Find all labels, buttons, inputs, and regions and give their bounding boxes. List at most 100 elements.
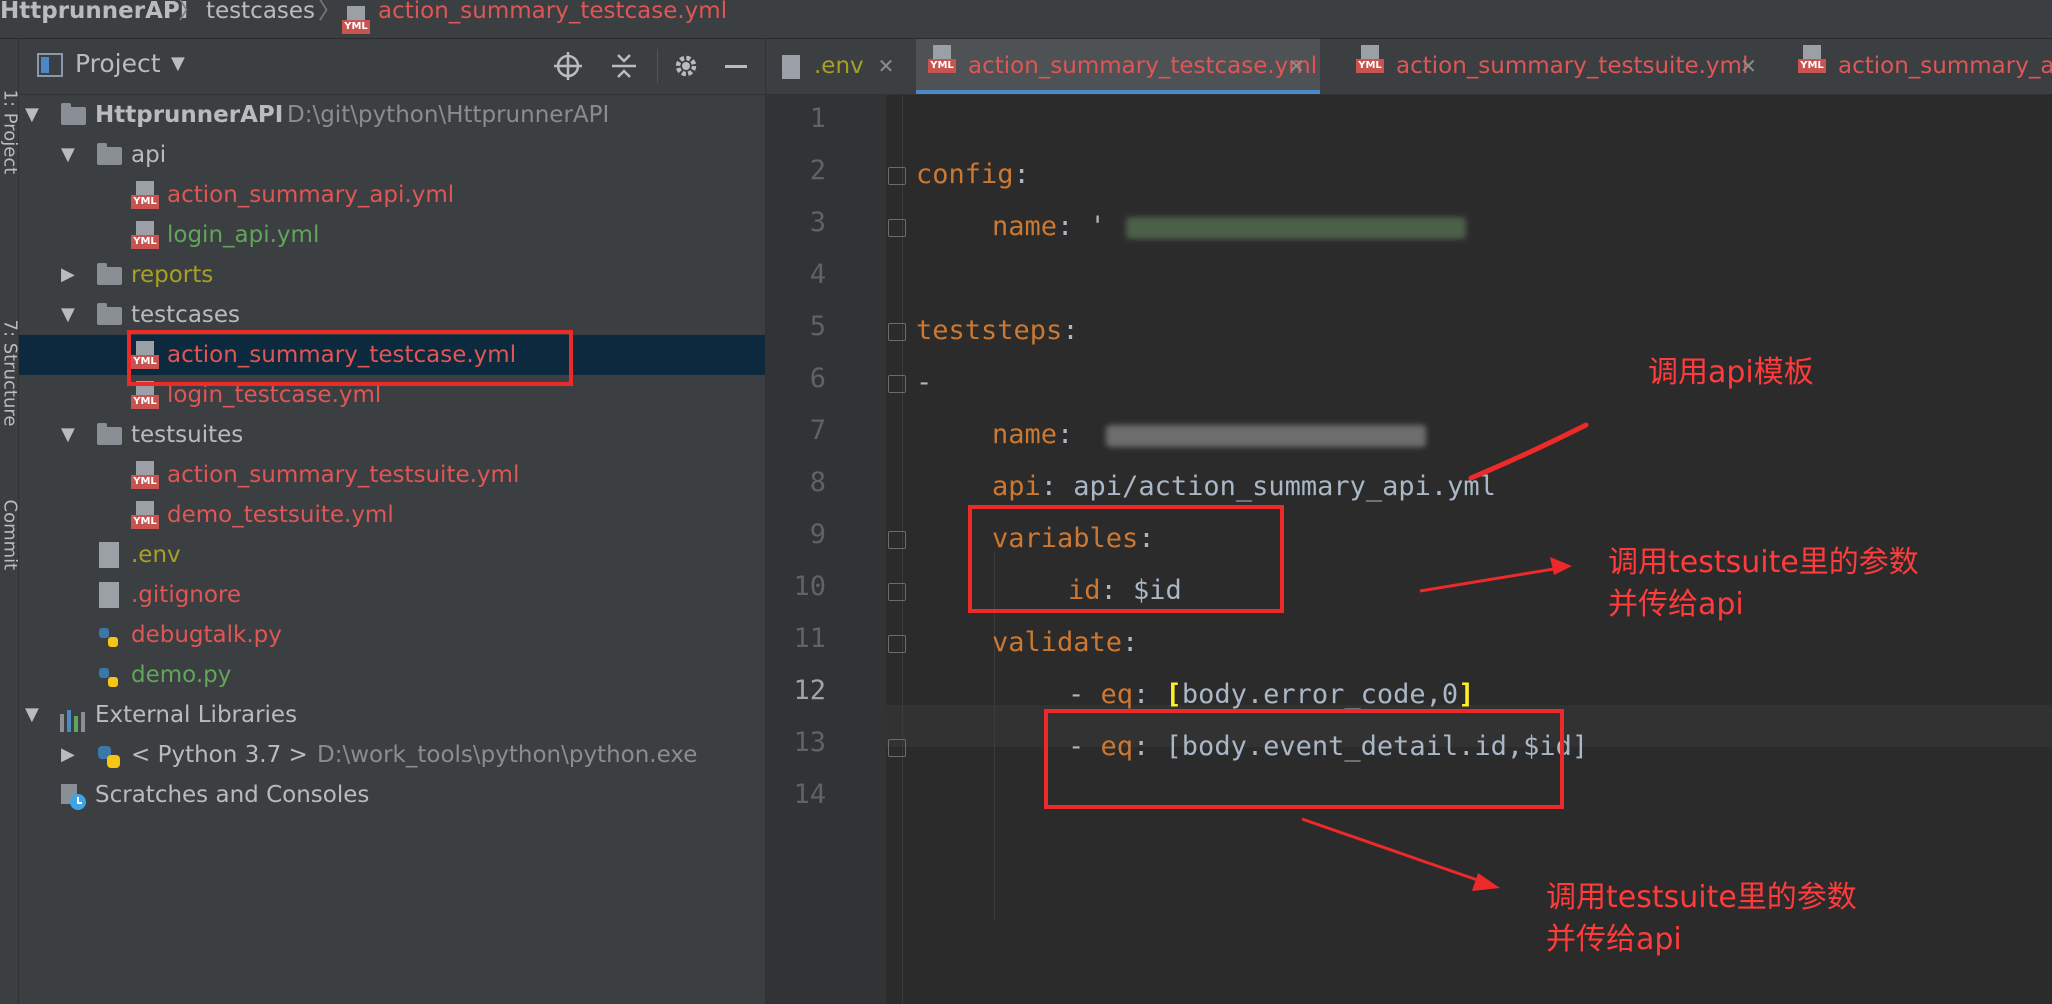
toolstrip-commit-label[interactable]: Commit bbox=[0, 500, 21, 571]
tab-env[interactable]: .env ✕ bbox=[782, 39, 894, 94]
folder-icon bbox=[97, 303, 122, 325]
folder-icon bbox=[61, 103, 86, 125]
tab-action-summary-testcase[interactable]: YML action_summary_testcase.yml ✕ bbox=[916, 39, 1320, 94]
close-icon[interactable]: ✕ bbox=[1288, 39, 1305, 94]
chevron-right-icon: 〉 bbox=[178, 0, 201, 24]
annotation-testsuite-params-1-line2: 并传给api bbox=[1608, 587, 1744, 622]
tab-label: .env bbox=[814, 53, 864, 79]
project-panel-title[interactable]: Project bbox=[75, 49, 161, 78]
toolstrip-structure-label[interactable]: 7: Structure bbox=[0, 320, 21, 427]
tree-item-path: D:\work_tools\python\python.exe bbox=[317, 742, 698, 768]
collapsed-arrow-icon[interactable]: ▶ bbox=[61, 735, 75, 775]
project-panel-header: Project ▼ bbox=[19, 39, 765, 95]
collapse-all-icon[interactable] bbox=[609, 51, 639, 81]
tree-item-scratches[interactable]: Scratches and Consoles bbox=[19, 775, 765, 815]
highlight-box-testcase bbox=[127, 330, 573, 386]
tree-item-action-summary-testsuite[interactable]: YML action_summary_testsuite.yml bbox=[19, 455, 765, 495]
tab-action-summary-testsuite[interactable]: YML action_summary_testsuite.yml ✕ bbox=[1356, 39, 1776, 94]
close-icon[interactable]: ✕ bbox=[878, 54, 895, 78]
tree-item-api[interactable]: ▼ api bbox=[19, 135, 765, 175]
collapsed-arrow-icon[interactable]: ▶ bbox=[61, 255, 75, 295]
breadcrumb-project[interactable]: HttprunnerAPI bbox=[0, 0, 188, 28]
annotation-testsuite-params-2-line2: 并传给api bbox=[1546, 922, 1682, 957]
tree-item-login-api[interactable]: YML login_api.yml bbox=[19, 215, 765, 255]
tree-item-label: demo_testsuite.yml bbox=[167, 502, 394, 528]
minimize-icon[interactable] bbox=[725, 65, 747, 68]
annotation-testsuite-params-1-line1: 调用testsuite里的参数 bbox=[1608, 545, 1919, 580]
annotation-api-template: 调用api模板 bbox=[1648, 355, 1814, 390]
tree-item-label: action_summary_api.yml bbox=[167, 182, 455, 208]
tree-item-path: D:\git\python\HttprunnerAPI bbox=[287, 102, 610, 128]
tree-item-label: testcases bbox=[131, 302, 241, 328]
tree-item-label: api bbox=[131, 142, 167, 168]
tree-item-label: action_summary_testsuite.yml bbox=[167, 462, 520, 488]
tree-item-root[interactable]: ▼ HttprunnerAPI D:\git\python\Httprunner… bbox=[19, 95, 765, 135]
tree-item-external-libraries[interactable]: ▼ External Libraries bbox=[19, 695, 765, 735]
tool-window-strip: 1: Project 7: Structure Commit bbox=[0, 39, 21, 1004]
tree-item-label: debugtalk.py bbox=[131, 622, 282, 648]
breadcrumb-folder[interactable]: testcases bbox=[206, 0, 315, 28]
toolstrip-project-label[interactable]: 1: Project bbox=[0, 90, 21, 175]
yml-file-icon: YML bbox=[1798, 45, 1826, 73]
yml-file-icon: YML bbox=[131, 501, 159, 529]
tree-item-env[interactable]: .env bbox=[19, 535, 765, 575]
expanded-arrow-icon[interactable]: ▼ bbox=[61, 295, 75, 335]
folder-icon bbox=[97, 423, 122, 445]
yml-file-icon: YML bbox=[1356, 45, 1384, 73]
arrow-line bbox=[1301, 817, 1487, 885]
tree-item-debugtalk[interactable]: debugtalk.py bbox=[19, 615, 765, 655]
editor-tab-bar: .env ✕ YML action_summary_testcase.yml ✕ … bbox=[766, 39, 2052, 95]
tree-item-label: login_api.yml bbox=[167, 222, 320, 248]
tab-action-summary-more[interactable]: YML action_summary_a bbox=[1798, 39, 2052, 94]
tree-item-label: .env bbox=[131, 542, 181, 568]
tree-item-label: .gitignore bbox=[131, 582, 242, 608]
project-view-icon bbox=[37, 53, 63, 77]
tree-item-demo-py[interactable]: demo.py bbox=[19, 655, 765, 695]
python-file-icon bbox=[97, 623, 119, 647]
expanded-arrow-icon[interactable]: ▼ bbox=[61, 135, 75, 175]
folder-icon bbox=[97, 143, 122, 165]
tree-item-label: reports bbox=[131, 262, 214, 288]
close-icon[interactable]: ✕ bbox=[1740, 39, 1757, 94]
annotation-stroke bbox=[1468, 422, 1589, 481]
folder-icon bbox=[97, 263, 122, 285]
breadcrumb: HttprunnerAPI 〉 testcases 〉 YML action_s… bbox=[0, 0, 2052, 39]
chevron-down-icon[interactable]: ▼ bbox=[171, 53, 185, 74]
tree-item-testcases[interactable]: ▼ testcases bbox=[19, 295, 765, 335]
tree-item-label: < Python 3.7 > bbox=[131, 742, 308, 768]
arrow-head bbox=[1472, 873, 1500, 891]
tab-label: action_summary_a bbox=[1838, 53, 2052, 79]
ignore-file-icon bbox=[99, 582, 119, 608]
tree-item-reports[interactable]: ▶ reports bbox=[19, 255, 765, 295]
gear-icon[interactable] bbox=[671, 51, 701, 81]
toolbar-divider bbox=[657, 49, 658, 83]
arrow-head bbox=[1550, 557, 1572, 575]
tab-label: action_summary_testsuite.yml bbox=[1396, 53, 1749, 79]
python-file-icon bbox=[97, 663, 119, 687]
tree-item-python-sdk[interactable]: ▶ < Python 3.7 > D:\work_tools\python\py… bbox=[19, 735, 765, 775]
expanded-arrow-icon[interactable]: ▼ bbox=[25, 695, 39, 735]
scratches-icon bbox=[59, 783, 87, 824]
tree-item-demo-testsuite[interactable]: YML demo_testsuite.yml bbox=[19, 495, 765, 535]
tree-item-gitignore[interactable]: .gitignore bbox=[19, 575, 765, 615]
tree-item-label: testsuites bbox=[131, 422, 244, 448]
tree-item-label: External Libraries bbox=[95, 702, 298, 728]
code-editor[interactable]: 1 2 3 4 5 6 7 8 9 10 11 12 13 14 config:… bbox=[766, 95, 2052, 1004]
chevron-right-icon: 〉 bbox=[318, 0, 341, 24]
yml-file-icon: YML bbox=[131, 221, 159, 249]
yml-file-icon: YML bbox=[131, 461, 159, 489]
expanded-arrow-icon[interactable]: ▼ bbox=[25, 95, 39, 135]
yml-file-icon: YML bbox=[342, 6, 370, 34]
tree-item-label: Scratches and Consoles bbox=[95, 782, 370, 808]
expanded-arrow-icon[interactable]: ▼ bbox=[61, 415, 75, 455]
project-panel: Project ▼ ▼ HttprunnerAPI D:\git\python\… bbox=[19, 39, 766, 1004]
yml-file-icon: YML bbox=[131, 181, 159, 209]
tab-label: action_summary_testcase.yml bbox=[968, 53, 1318, 79]
locate-icon[interactable] bbox=[553, 51, 583, 81]
tree-item-action-summary-api[interactable]: YML action_summary_api.yml bbox=[19, 175, 765, 215]
text-file-icon bbox=[99, 542, 119, 568]
tree-item-testsuites[interactable]: ▼ testsuites bbox=[19, 415, 765, 455]
annotation-testsuite-params-2-line1: 调用testsuite里的参数 bbox=[1546, 880, 1857, 915]
breadcrumb-file[interactable]: action_summary_testcase.yml bbox=[378, 0, 727, 28]
text-file-icon bbox=[782, 54, 800, 79]
